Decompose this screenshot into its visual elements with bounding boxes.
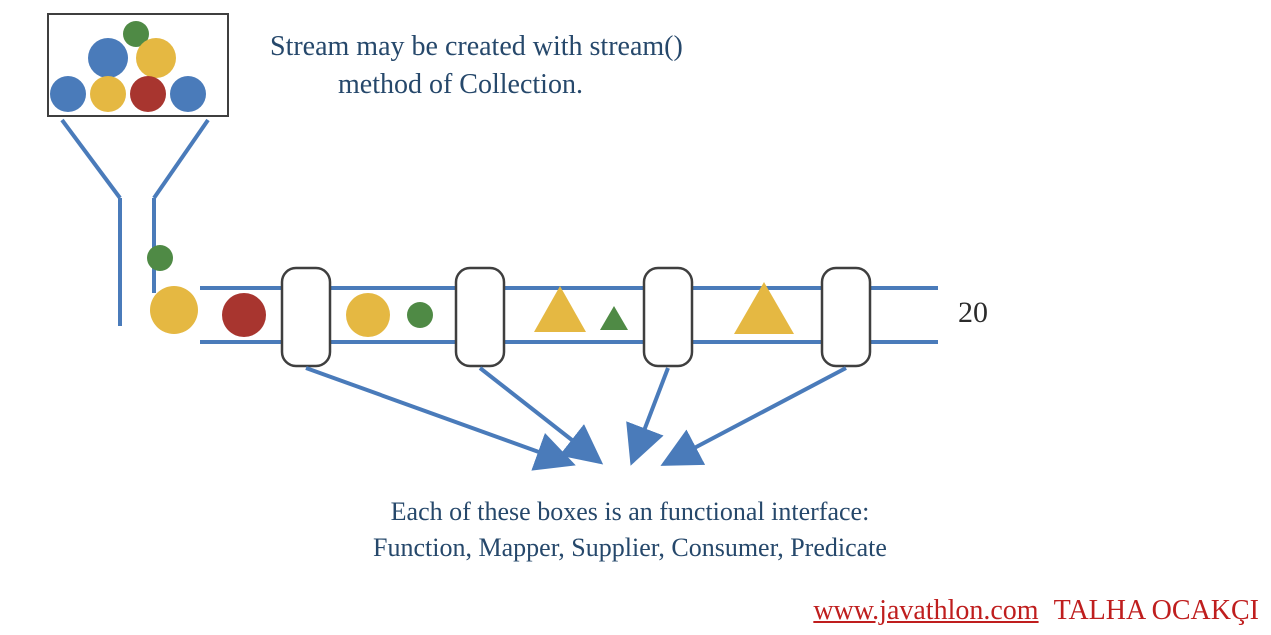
caption-top-line2: method of Collection. (270, 66, 583, 104)
hopper-circle (90, 76, 126, 112)
credit-url[interactable]: www.javathlon.com (813, 595, 1038, 626)
stream-element (222, 293, 266, 337)
stream-element (407, 302, 433, 328)
caption-top: Stream may be created with stream() meth… (270, 28, 830, 104)
stream-element (346, 293, 390, 337)
stage-box (282, 268, 330, 366)
arrow (306, 368, 572, 464)
stream-element-triangle (534, 286, 586, 332)
stage-box (456, 268, 504, 366)
output-value: 20 (958, 296, 988, 330)
hopper-circle (130, 76, 166, 112)
funnel-edge (154, 120, 208, 198)
stage-box (822, 268, 870, 366)
hopper-circle (136, 38, 176, 78)
arrow (632, 368, 668, 462)
caption-bottom-line2: Function, Mapper, Supplier, Consumer, Pr… (373, 533, 887, 562)
arrow (480, 368, 600, 462)
caption-bottom: Each of these boxes is an functional int… (270, 494, 990, 567)
arrow (664, 368, 846, 464)
caption-bottom-line1: Each of these boxes is an functional int… (391, 497, 870, 526)
stream-element-triangle (600, 306, 628, 330)
hopper-circle (50, 76, 86, 112)
hopper-circle (88, 38, 128, 78)
hopper-circle (170, 76, 206, 112)
credit-author: TALHA OCAKÇI (1054, 595, 1259, 626)
credit-line: www.javathlon.com TALHA OCAKÇI (813, 595, 1259, 627)
stage-box (644, 268, 692, 366)
funnel-edge (62, 120, 120, 198)
falling-element (150, 286, 198, 334)
caption-top-line1: Stream may be created with stream() (270, 31, 683, 62)
falling-element (147, 245, 173, 271)
